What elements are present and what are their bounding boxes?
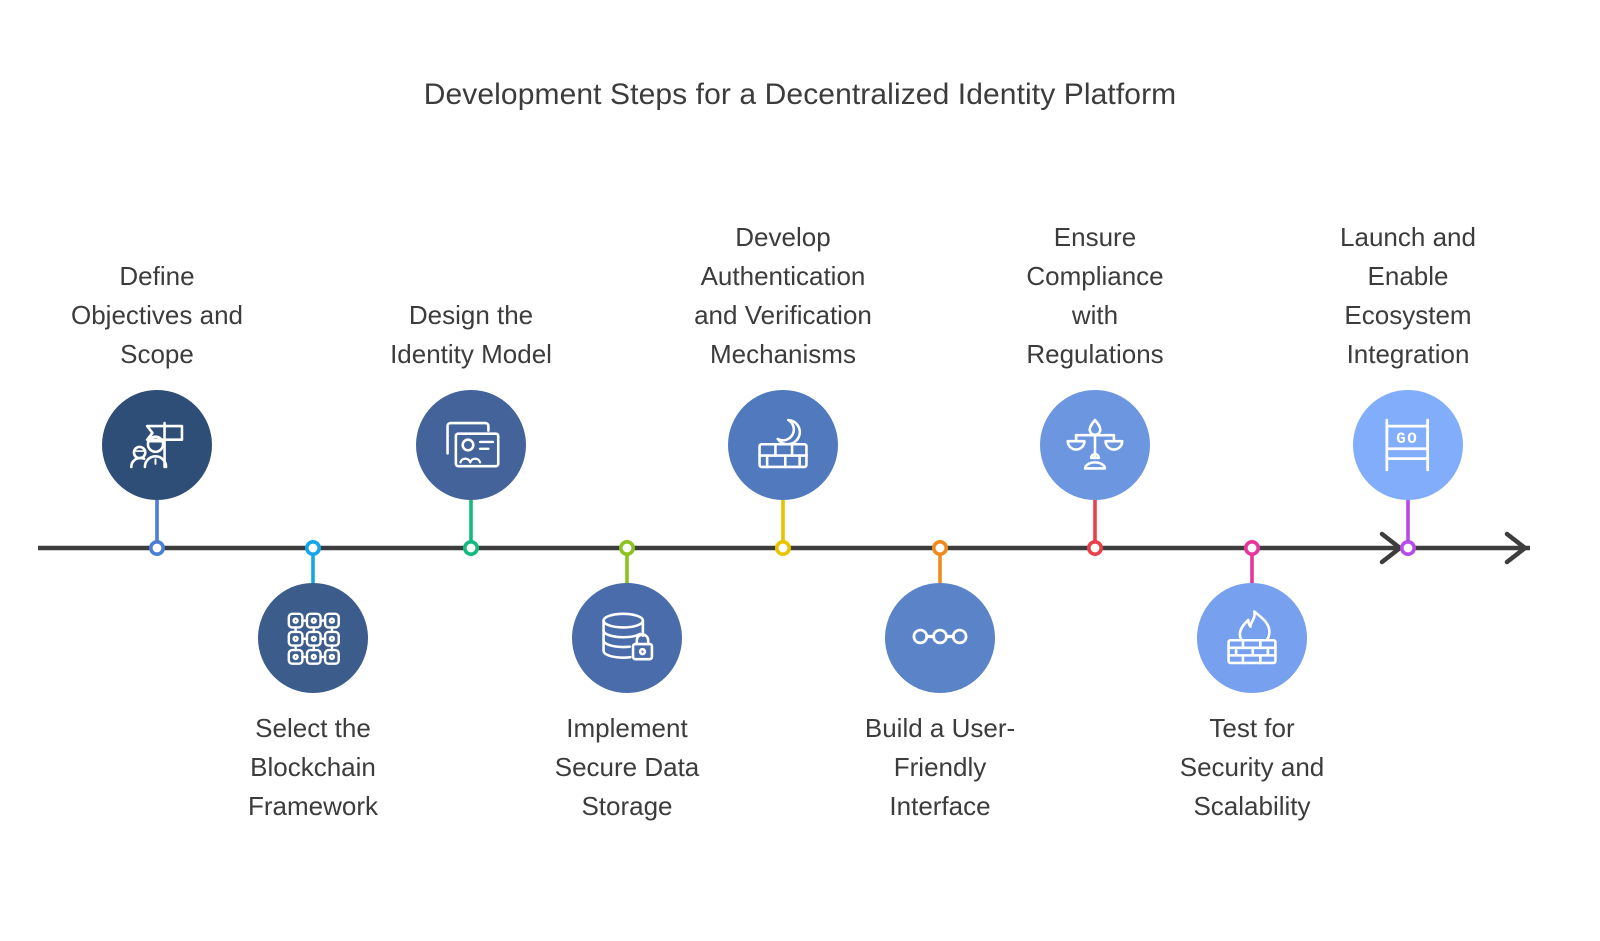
step-label: Design the Identity Model (390, 300, 552, 369)
step-marker-6[interactable] (931, 539, 948, 556)
go-sign-icon: GO (1385, 418, 1430, 472)
timeline-step-6[interactable]: Build a User- Friendly Interface (820, 583, 1060, 826)
step-marker-3[interactable] (462, 539, 479, 556)
step-icon-circle[interactable] (885, 583, 995, 693)
step-marker-9[interactable] (1400, 539, 1417, 556)
step-icon-circle[interactable]: GO (1353, 390, 1463, 500)
step-label: Test for Security and Scalability (1179, 713, 1325, 821)
step-icon-circle[interactable] (728, 390, 838, 500)
database-lock-icon (602, 612, 654, 661)
timeline-step-3[interactable]: Design the Identity Model (351, 296, 591, 500)
step-label: Build a User- Friendly Interface (864, 713, 1016, 821)
step-label: Define Objectives and Scope (71, 261, 243, 369)
step-icon-circle[interactable] (416, 390, 526, 500)
timeline-step-5[interactable]: Develop Authentication and Verification … (663, 218, 903, 500)
timeline-step-8[interactable]: Test for Security and Scalability (1132, 583, 1372, 826)
blockchain-grid-icon (287, 612, 340, 665)
timeline-step-7[interactable]: Ensure Compliance with Regulations (975, 218, 1215, 500)
step-marker-4[interactable] (618, 539, 635, 556)
firewall-flame-icon (758, 418, 808, 469)
step-icon-circle[interactable] (1040, 390, 1150, 500)
step-marker-5[interactable] (774, 539, 791, 556)
axis-arrowhead-2 (1504, 531, 1528, 565)
scales-balance-icon (1066, 418, 1124, 470)
step-label: Ensure Compliance with Regulations (1026, 222, 1164, 369)
step-label: Implement Secure Data Storage (554, 713, 700, 821)
step-label: Develop Authentication and Verification … (694, 222, 872, 369)
axis-arrowhead-1 (1379, 531, 1403, 565)
step-icon-circle[interactable] (102, 390, 212, 500)
timeline-step-2[interactable]: Select the Blockchain Framework (193, 583, 433, 826)
timeline-step-4[interactable]: Implement Secure Data Storage (507, 583, 747, 826)
node-chain-icon (912, 628, 968, 645)
step-marker-8[interactable] (1244, 539, 1261, 556)
step-icon-circle[interactable] (572, 583, 682, 693)
step-icon-circle[interactable] (1197, 583, 1307, 693)
svg-text:GO: GO (1396, 430, 1418, 448)
step-label: Select the Blockchain Framework (247, 713, 378, 821)
firewall-fire-icon (1227, 610, 1277, 665)
step-marker-2[interactable] (304, 539, 321, 556)
step-marker-1[interactable] (149, 539, 166, 556)
step-icon-circle[interactable] (258, 583, 368, 693)
timeline-step-1[interactable]: Define Objectives and Scope (37, 257, 277, 500)
step-label: Launch and Enable Ecosystem Integration (1340, 222, 1476, 369)
page-title: Development Steps for a Decentralized Id… (423, 78, 1177, 111)
step-marker-7[interactable] (1087, 539, 1104, 556)
timeline-diagram: Development Steps for a Decentralized Id… (0, 0, 1600, 941)
id-card-icon (446, 421, 500, 468)
flag-team-icon (130, 421, 184, 469)
timeline-step-9[interactable]: Launch and Enable Ecosystem Integration … (1288, 218, 1528, 500)
